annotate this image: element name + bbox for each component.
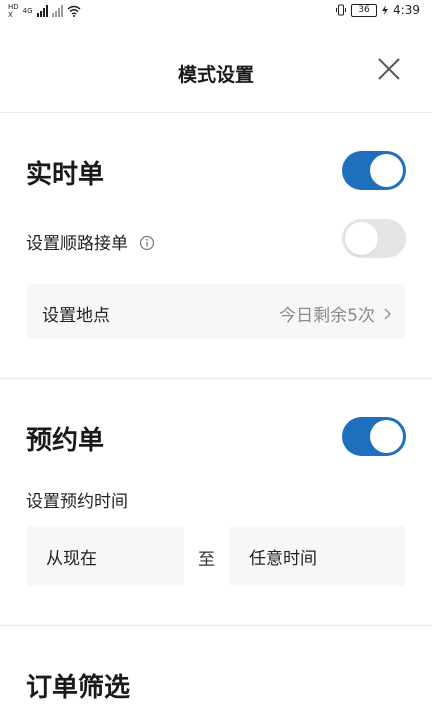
reservation-toggle[interactable] xyxy=(342,417,406,456)
battery-icon: 36 xyxy=(351,3,378,17)
section-divider-1 xyxy=(0,378,432,379)
battery-level: 36 xyxy=(358,4,370,15)
remaining-count: 今日剩余5次 xyxy=(279,306,375,326)
section-divider-2 xyxy=(0,625,432,626)
along-route-text: 设置顺路接单 xyxy=(26,234,128,254)
realtime-section-title: 实时单 xyxy=(26,160,105,190)
network-type: 4G xyxy=(22,7,33,15)
mode-settings-screen: HD X 4G 36 4:39 模式设置 实时单 设置顺路接单 设置地点 今日剩… xyxy=(0,0,432,720)
set-location-label: 设置地点 xyxy=(42,306,110,326)
along-route-toggle[interactable] xyxy=(342,219,406,258)
time-from-field[interactable]: 从现在 xyxy=(26,526,184,586)
hd-sub-label: X xyxy=(8,11,13,19)
page-title: 模式设置 xyxy=(177,64,254,86)
toggle-knob xyxy=(370,154,403,187)
time-from-value: 从现在 xyxy=(46,549,97,569)
along-route-label: 设置顺路接单 xyxy=(26,229,155,254)
chevron-right-icon xyxy=(384,307,392,320)
status-bar: HD X 4G 36 4:39 xyxy=(0,0,432,26)
toggle-knob xyxy=(345,222,378,255)
time-separator: 至 xyxy=(198,550,215,570)
status-right: 36 4:39 xyxy=(336,3,420,17)
reservation-time-label: 设置预约时间 xyxy=(26,492,128,512)
info-icon[interactable] xyxy=(139,235,155,251)
wifi-icon xyxy=(67,5,81,17)
toggle-knob xyxy=(370,420,403,453)
hd-label: HD xyxy=(8,3,19,11)
set-location-right: 今日剩余5次 xyxy=(279,301,392,326)
realtime-toggle[interactable] xyxy=(342,151,406,190)
vibrate-icon xyxy=(336,4,347,16)
signal-icon xyxy=(36,5,48,17)
signal-icon-2 xyxy=(51,5,63,17)
status-left: HD X 4G xyxy=(8,3,81,19)
set-location-row[interactable]: 设置地点 今日剩余5次 xyxy=(26,284,406,339)
charging-icon xyxy=(382,5,389,15)
status-time: 4:39 xyxy=(393,3,420,17)
header: 模式设置 xyxy=(0,26,432,112)
reservation-section-title: 预约单 xyxy=(26,426,105,456)
filter-section-title[interactable]: 订单筛选 xyxy=(26,667,130,704)
hd-indicator: HD X xyxy=(8,3,19,19)
header-divider xyxy=(0,112,432,113)
time-to-value: 任意时间 xyxy=(249,549,317,569)
close-icon[interactable] xyxy=(376,56,402,82)
time-to-field[interactable]: 任意时间 xyxy=(229,526,406,586)
